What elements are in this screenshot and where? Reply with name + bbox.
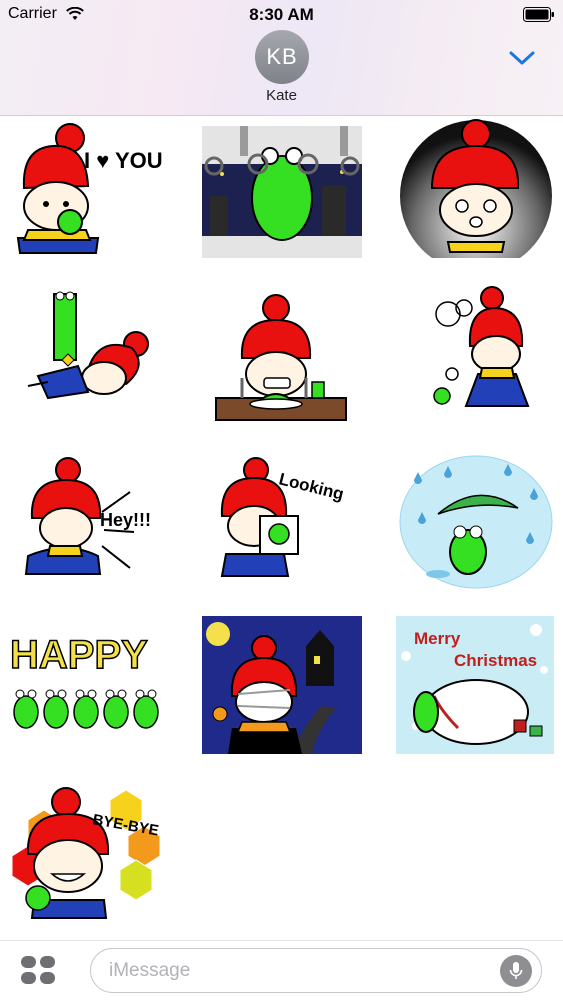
status-bar: Carrier 8:30 AM xyxy=(0,0,563,30)
sticker-caption-line2: Christmas xyxy=(454,651,537,670)
sticker-caption: Hey!!! xyxy=(100,510,151,530)
sticker-looking[interactable]: Looking xyxy=(202,452,362,592)
sticker-image xyxy=(27,291,149,400)
message-input[interactable]: iMessage xyxy=(90,948,542,993)
sticker-image xyxy=(215,294,347,421)
contact-name[interactable]: Kate xyxy=(0,87,563,104)
sticker-caption: Looking xyxy=(277,469,346,503)
sticker-hey[interactable]: Hey!!! xyxy=(8,452,168,592)
sticker-halloween[interactable] xyxy=(202,616,362,756)
sticker-happy-frogs[interactable]: HAPPY xyxy=(8,616,168,756)
sticker-frog-train[interactable] xyxy=(202,122,362,262)
sticker-caption: HAPPY xyxy=(10,633,148,677)
sticker-image xyxy=(202,616,362,754)
microphone-icon xyxy=(509,962,523,979)
sticker-girl-steaming[interactable] xyxy=(398,286,558,426)
sticker-image xyxy=(400,119,552,258)
message-placeholder: iMessage xyxy=(109,960,191,981)
app-drawer-icon[interactable] xyxy=(20,955,56,985)
sticker-bye-bye[interactable]: BYE-BYE xyxy=(8,780,168,920)
sticker-image: HAPPY xyxy=(9,632,159,729)
sticker-image: Looking xyxy=(220,457,346,577)
message-compose-bar: iMessage xyxy=(0,940,563,1000)
sticker-image: BYE-BYE xyxy=(11,787,161,919)
sticker-image xyxy=(202,126,362,258)
sticker-shocked-girl[interactable] xyxy=(398,118,558,258)
sticker-image: Merry Christmas xyxy=(396,616,554,754)
sticker-image: I ♥ YOU xyxy=(16,123,163,254)
sticker-i-love-you[interactable]: I ♥ YOU xyxy=(8,118,168,258)
sticker-image xyxy=(433,286,530,407)
sticker-frog-rain[interactable] xyxy=(398,452,558,592)
sticker-frog-stack[interactable] xyxy=(8,286,168,426)
sticker-caption-line1: Merry xyxy=(414,629,461,648)
sticker-image xyxy=(399,455,553,589)
sticker-merry-christmas[interactable]: Merry Christmas xyxy=(396,616,556,756)
conversation-header: Carrier 8:30 AM KB Kate xyxy=(0,0,563,116)
battery-icon xyxy=(523,7,554,22)
chevron-down-icon[interactable] xyxy=(508,49,536,67)
sticker-girl-eating[interactable] xyxy=(202,286,362,426)
dictation-button[interactable] xyxy=(500,955,532,987)
sticker-caption: I ♥ YOU xyxy=(84,148,163,173)
sticker-image: Hey!!! xyxy=(24,457,151,575)
contact-avatar[interactable]: KB xyxy=(255,30,309,84)
clock-time: 8:30 AM xyxy=(249,5,314,24)
